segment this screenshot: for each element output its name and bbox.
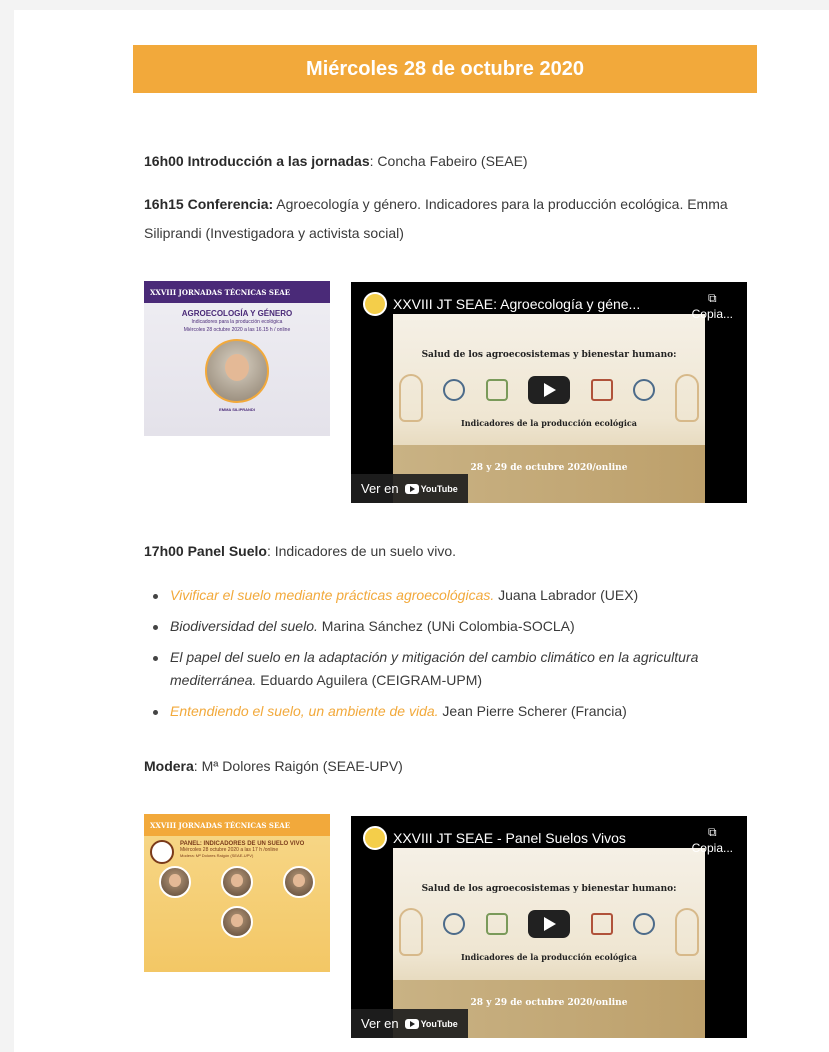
seae-logo-icon [150, 840, 174, 864]
hand-icon [399, 374, 423, 422]
video-title[interactable]: XXVIII JT SEAE - Panel Suelos Vivos [393, 830, 683, 846]
talk-author: Eduardo Aguilera (CEIGRAM-UPM) [256, 672, 483, 688]
video-subheading: Indicadores de la producción ecológica [461, 952, 637, 962]
poster-heading: AGROECOLOGÍA Y GÉNERO [181, 309, 293, 318]
video-heading: Salud de los agroecosistemas y bienestar… [421, 350, 677, 360]
play-button[interactable] [528, 910, 570, 938]
video-subheading: Indicadores de la producción ecológica [461, 418, 637, 428]
list-item: Entendiendo el suelo, un ambiente de vid… [144, 700, 744, 723]
watch-on-youtube-button[interactable]: Ver en YouTube [351, 1009, 468, 1038]
channel-logo-icon[interactable] [363, 826, 387, 850]
copy-link-button[interactable]: ⧉ Copia... [692, 290, 733, 322]
copy-link-button[interactable]: ⧉ Copia... [692, 824, 733, 856]
globe-icon [443, 379, 465, 401]
speaker-photo [205, 339, 269, 403]
plant-icon [485, 379, 508, 401]
video-icon-row [443, 376, 655, 404]
video-title[interactable]: XXVIII JT SEAE: Agroecología y géne... [393, 296, 683, 312]
list-item: Biodiversidad del suelo. Marina Sánchez … [144, 615, 744, 638]
speaker-name: EMMA SILIPRANDI [219, 407, 255, 412]
poster-moderator: Modera: Mª Dolores Raigón (SEAE-UPV) [180, 853, 254, 858]
conference-poster: XXVIII JORNADAS TÉCNICAS SEAE AGROECOLOG… [144, 281, 330, 436]
play-button[interactable] [528, 376, 570, 404]
hand-icon [399, 908, 423, 956]
crop-icon [590, 379, 613, 401]
poster-bar: XXVIII JORNADAS TÉCNICAS SEAE [144, 814, 330, 836]
conference-time: 16h15 Conferencia: [144, 196, 274, 212]
day-banner: Miércoles 28 de octubre 2020 [133, 45, 757, 93]
youtube-logo: YouTube [404, 1018, 458, 1029]
channel-logo-icon[interactable] [363, 292, 387, 316]
poster-date: Miércoles 28 octubre 2020 a las 16.15 h … [183, 327, 291, 333]
speaker-photo [283, 866, 315, 898]
speaker-photo [221, 866, 253, 898]
speaker-photos [144, 866, 330, 898]
moderator-text: : Mª Dolores Raigón (SEAE-UPV) [193, 758, 403, 774]
watch-label: Ver en [361, 1016, 399, 1031]
list-item: Vivificar el suelo mediante prácticas ag… [144, 584, 744, 607]
talk-link[interactable]: Vivificar el suelo mediante prácticas ag… [170, 587, 494, 603]
poster-bar: XXVIII JORNADAS TÉCNICAS SEAE [144, 281, 330, 303]
talk-author: Jean Pierre Scherer (Francia) [438, 703, 627, 719]
hand-icon [675, 374, 699, 422]
crop-icon [590, 913, 613, 935]
moderator-paragraph: Modera: Mª Dolores Raigón (SEAE-UPV) [144, 752, 734, 781]
water-drops-icon [633, 379, 655, 401]
watch-label: Ver en [361, 481, 399, 496]
panel-time: 17h00 Panel Suelo [144, 543, 267, 559]
intro-time: 16h00 Introducción a las jornadas [144, 153, 370, 169]
day-banner-title: Miércoles 28 de octubre 2020 [306, 57, 584, 80]
youtube-icon [404, 483, 419, 494]
copy-icon: ⧉ [708, 291, 717, 305]
conference-paragraph: 16h15 Conferencia: Agroecología y género… [144, 190, 734, 248]
panel-poster: XXVIII JORNADAS TÉCNICAS SEAE PANEL: IND… [144, 814, 330, 972]
youtube-icon [404, 1018, 419, 1029]
speaker-photo [159, 866, 191, 898]
talk-author: Marina Sánchez (UNi Colombia-SOCLA) [317, 618, 575, 634]
video-icon-row [443, 910, 655, 938]
intro-paragraph: 16h00 Introducción a las jornadas: Conch… [144, 147, 734, 176]
video-heading: Salud de los agroecosistemas y bienestar… [421, 884, 677, 894]
copy-label: Copia... [691, 841, 733, 855]
video-date: 28 y 29 de octubre 2020/online [470, 463, 628, 473]
video-date: 28 y 29 de octubre 2020/online [470, 998, 628, 1008]
intro-text: : Concha Fabeiro (SEAE) [369, 153, 528, 169]
speaker-photo [221, 906, 253, 938]
video-embed-panel[interactable]: Salud de los agroecosistemas y bienestar… [351, 816, 747, 1038]
youtube-logo: YouTube [404, 483, 458, 494]
talk-list: Vivificar el suelo mediante prácticas ag… [144, 584, 744, 731]
panel-paragraph: 17h00 Panel Suelo: Indicadores de un sue… [144, 537, 734, 566]
watch-on-youtube-button[interactable]: Ver en YouTube [351, 474, 468, 503]
talk-link[interactable]: Entendiendo el suelo, un ambiente de vid… [170, 703, 439, 719]
talk-author: Juana Labrador (UEX) [494, 587, 639, 603]
copy-label: Copia... [691, 307, 733, 321]
water-drops-icon [633, 913, 655, 935]
copy-icon: ⧉ [708, 825, 717, 839]
hand-icon [675, 908, 699, 956]
panel-text: : Indicadores de un suelo vivo. [266, 543, 457, 559]
globe-icon [443, 913, 465, 935]
poster-subheading: Indicadores para la producción ecológica [191, 319, 283, 325]
plant-icon [485, 913, 508, 935]
talk-title: Biodiversidad del suelo. [170, 618, 318, 634]
moderator-label: Modera [144, 758, 194, 774]
video-embed-conference[interactable]: Salud de los agroecosistemas y bienestar… [351, 282, 747, 503]
page: Miércoles 28 de octubre 2020 16h00 Intro… [14, 10, 829, 1052]
list-item: El papel del suelo en la adaptación y mi… [144, 646, 744, 692]
